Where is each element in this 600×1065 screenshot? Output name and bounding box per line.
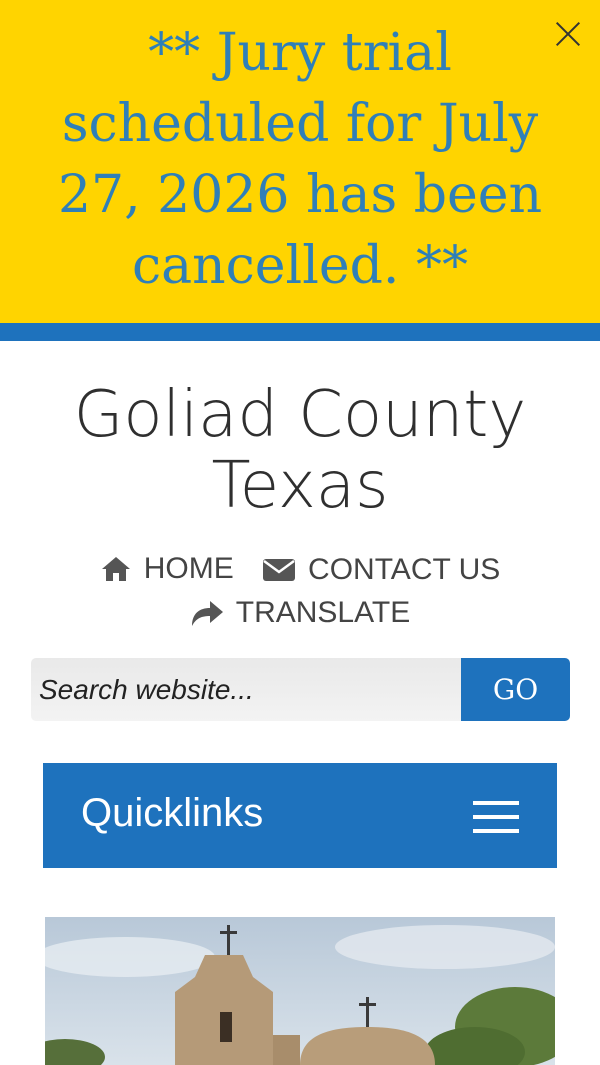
- quicklinks-label: Quicklinks: [81, 791, 264, 835]
- close-icon[interactable]: [550, 16, 586, 52]
- quicklinks-menu-toggle[interactable]: Quicklinks: [43, 763, 557, 868]
- nav-home-label: HOME: [143, 552, 234, 585]
- alert-banner: ** Jury trial scheduled for July 27, 202…: [0, 0, 600, 323]
- nav-home-link[interactable]: HOME: [100, 552, 234, 586]
- envelope-icon: [263, 559, 296, 581]
- hero-image-mission-church: [45, 917, 555, 1065]
- share-arrow-icon: [191, 601, 223, 626]
- site-title-line1: Goliad County: [73, 378, 527, 452]
- nav-contact-link[interactable]: CONTACT US: [262, 553, 500, 587]
- site-title[interactable]: Goliad County Texas: [0, 380, 600, 522]
- nav-translate-label: TRANSLATE: [235, 596, 411, 629]
- search-input[interactable]: [31, 658, 461, 721]
- nav-contact-label: CONTACT US: [308, 553, 501, 586]
- translate-nav: TRANSLATE: [0, 596, 600, 636]
- home-icon: [101, 557, 130, 581]
- nav-translate-link[interactable]: TRANSLATE: [190, 596, 410, 630]
- alert-divider: [0, 323, 600, 341]
- top-nav: HOME CONTACT US: [0, 552, 600, 592]
- site-title-line2: Texas: [211, 449, 389, 523]
- alert-message: ** Jury trial scheduled for July 27, 202…: [57, 23, 543, 296]
- search-go-button[interactable]: GO: [461, 658, 570, 721]
- search-form: GO: [31, 658, 570, 721]
- hamburger-menu-icon: [473, 801, 519, 833]
